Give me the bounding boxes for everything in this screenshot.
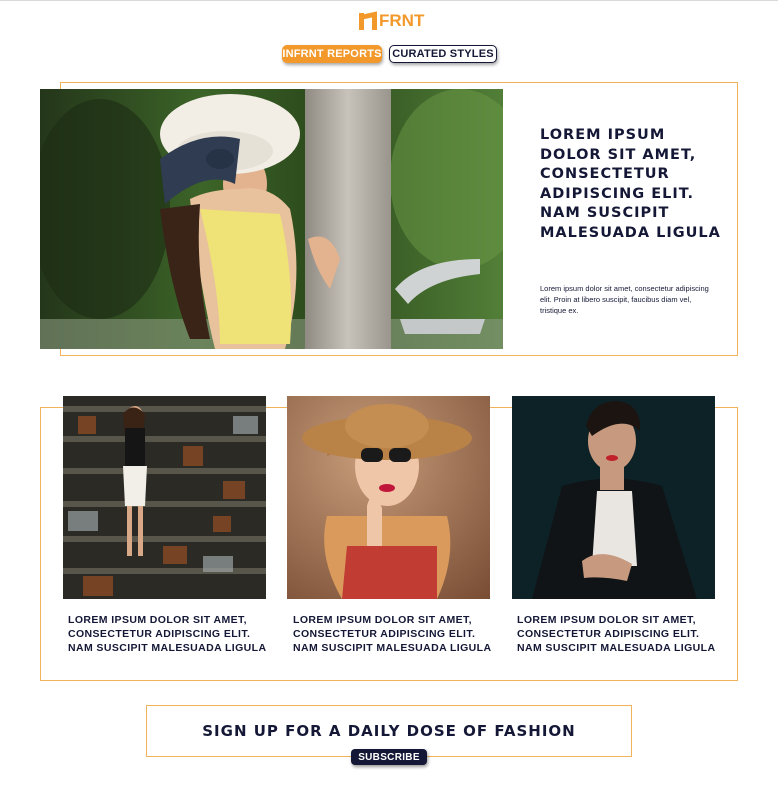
top-divider xyxy=(0,0,778,1)
card-photo-2-icon xyxy=(287,396,490,599)
logo-text: FRNT xyxy=(379,11,425,30)
card-caption-1[interactable]: LOREM IPSUM DOLOR SIT AMET, CONSECTETUR … xyxy=(68,613,268,655)
site-logo[interactable]: FRNT xyxy=(359,11,424,31)
subscribe-button[interactable]: SUBSCRIBE xyxy=(351,749,427,765)
hero-image[interactable] xyxy=(40,89,503,349)
card-photo-1-icon xyxy=(63,396,266,599)
card-image-3[interactable] xyxy=(512,396,715,599)
card-caption-2[interactable]: LOREM IPSUM DOLOR SIT AMET, CONSECTETUR … xyxy=(293,613,493,655)
hero-photo-icon xyxy=(40,89,503,349)
card-caption-3[interactable]: LOREM IPSUM DOLOR SIT AMET, CONSECTETUR … xyxy=(517,613,717,655)
signup-headline: SIGN UP FOR A DAILY DOSE OF FASHION xyxy=(202,722,576,740)
logo-mark-icon xyxy=(359,11,379,31)
card-image-1[interactable] xyxy=(63,396,266,599)
hero-body: Lorem ipsum dolor sit amet, consectetur … xyxy=(540,284,709,315)
card-image-2[interactable] xyxy=(287,396,490,599)
tab-infrnt-reports[interactable]: INFRNT REPORTS xyxy=(282,45,382,63)
tab-curated-styles[interactable]: CURATED STYLES xyxy=(389,45,497,63)
card-photo-3-icon xyxy=(512,396,715,599)
hero-title[interactable]: LOREM IPSUM DOLOR SIT AMET, CONSECTETUR … xyxy=(540,126,730,243)
